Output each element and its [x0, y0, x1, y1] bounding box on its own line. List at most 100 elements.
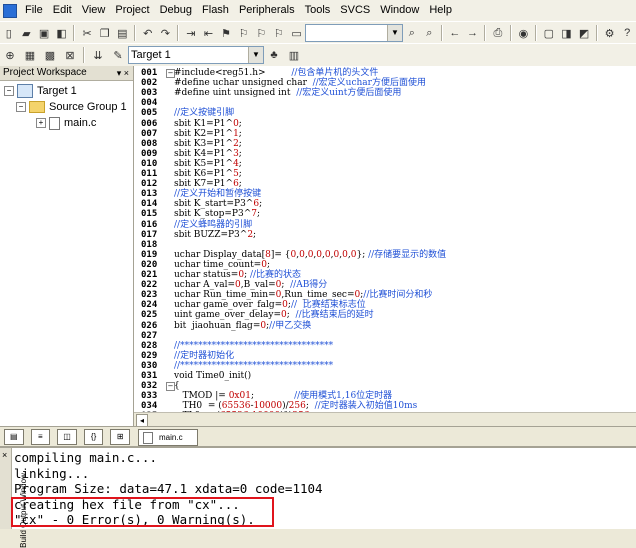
menu-file[interactable]: File [20, 0, 48, 21]
target-options-icon[interactable]: ✎ [109, 46, 127, 64]
templates-tab-icon[interactable]: ⊞ [110, 429, 130, 445]
files-tab-icon[interactable]: ▤ [4, 429, 24, 445]
code-text: sbit K6=P1^5; [174, 169, 242, 179]
folder-icon [29, 101, 45, 113]
code-text: sbit K4=P1^3; [174, 148, 242, 159]
menu-window[interactable]: Window [375, 0, 424, 21]
dropdown-arrow-icon[interactable]: ▼ [248, 47, 263, 63]
menu-project[interactable]: Project [110, 0, 154, 21]
menu-debug[interactable]: Debug [155, 0, 197, 21]
bookmark-icon[interactable]: ⚑ [218, 24, 234, 42]
tree-label-target: Target 1 [37, 85, 77, 97]
target-select[interactable]: Target 1 ▼ [128, 46, 264, 64]
line-number: 010 [141, 158, 158, 169]
line-number: 019 [141, 249, 158, 260]
horizontal-scrollbar[interactable]: ◂ [134, 412, 636, 427]
output-toggle-icon[interactable]: ◩ [576, 24, 592, 42]
load-icon[interactable]: ⇊ [89, 46, 107, 64]
collapse-icon[interactable]: − [4, 86, 14, 96]
books-tab-icon[interactable]: ◫ [57, 429, 77, 445]
print-icon[interactable]: ⎙ [490, 24, 506, 42]
new-file-icon[interactable]: ▯ [1, 24, 17, 42]
manage-components-icon[interactable]: ♣ [265, 46, 283, 64]
output-line: compiling main.c... [14, 450, 157, 465]
open-icon[interactable]: ▰ [19, 24, 35, 42]
tab-main-c[interactable]: main.c [138, 429, 198, 446]
prev-bookmark-icon[interactable]: ⚐ [236, 24, 252, 42]
workspace-controls[interactable]: ▾ × [117, 66, 129, 80]
build-toolbar: ⊕ ▦ ▩ ⊠ ⇊ ✎ Target 1 ▼ ♣ ▥ [0, 43, 636, 67]
tree-item-target[interactable]: − Target 1 [4, 83, 77, 99]
output-line: linking... [14, 465, 90, 481]
collapse-icon[interactable]: − [16, 102, 26, 112]
paste-icon[interactable]: ▤ [115, 24, 131, 42]
cut-icon[interactable]: ✂ [79, 24, 95, 42]
tree-label-main-c: main.c [64, 117, 97, 129]
code-text: sbit K5=P1^4; [174, 158, 242, 169]
code-text: sbit K_stop=P3^7; [174, 209, 261, 220]
outdent-icon[interactable]: ⇤ [201, 24, 217, 42]
window-icon[interactable]: ▢ [541, 24, 557, 42]
toolbar-separator [83, 47, 85, 63]
toolbar-separator [177, 25, 180, 41]
save-all-icon[interactable]: ◧ [54, 24, 70, 42]
dropdown-arrow-icon[interactable]: ▼ [386, 25, 402, 41]
tree-item-source-group[interactable]: − Source Group 1 [16, 99, 127, 115]
save-icon[interactable]: ▣ [36, 24, 52, 42]
line-number: 032 [141, 381, 158, 392]
line-number: 022 [141, 280, 158, 291]
line-number: 017 [141, 229, 158, 240]
stop-build-icon[interactable]: ⊠ [61, 46, 79, 64]
build-icon[interactable]: ▦ [21, 46, 39, 64]
menu-tools[interactable]: Tools [300, 0, 336, 21]
debug-icon[interactable]: ◉ [516, 24, 532, 42]
code-text: uint game_over_delay=0; //比赛结束后的延时 [174, 310, 374, 321]
nav-back-icon[interactable]: ← [447, 24, 463, 42]
menu-flash[interactable]: Flash [197, 0, 234, 21]
code-text: uchar Display_data[8]= {0,0,0,0,0,0,0,0}… [174, 249, 447, 260]
find-next-icon[interactable]: ⌕ [422, 24, 438, 42]
target-select-value: Target 1 [131, 49, 171, 61]
find-icon[interactable]: ⌕ [404, 24, 420, 42]
undo-icon[interactable]: ↶ [140, 24, 156, 42]
line-number: 007 [141, 128, 158, 139]
nav-forward-icon[interactable]: → [465, 24, 481, 42]
line-number: 016 [141, 219, 158, 230]
expand-icon[interactable]: + [36, 118, 46, 128]
menu-edit[interactable]: Edit [48, 0, 77, 21]
help-icon[interactable]: ? [619, 24, 635, 42]
workspace-toggle-icon[interactable]: ◨ [559, 24, 575, 42]
tree-item-main-c[interactable]: + main.c [36, 115, 96, 131]
copy-icon[interactable]: ❐ [97, 24, 113, 42]
toolbar-separator [484, 25, 487, 41]
line-number: 031 [141, 371, 158, 381]
menu-peripherals[interactable]: Peripherals [234, 0, 300, 21]
next-bookmark-icon[interactable]: ⚐ [254, 24, 270, 42]
line-number: 012 [141, 179, 158, 190]
line-number: 021 [141, 270, 158, 280]
clear-bookmarks-icon[interactable]: ⚐ [271, 24, 287, 42]
find-combo[interactable]: ▼ [305, 24, 403, 42]
indent-icon[interactable]: ⇥ [183, 24, 199, 42]
functions-tab-icon[interactable]: {} [83, 429, 104, 445]
menu-help[interactable]: Help [424, 0, 457, 21]
menu-view[interactable]: View [77, 0, 111, 21]
close-icon[interactable]: × [2, 450, 7, 460]
menu-svcs[interactable]: SVCS [335, 0, 375, 21]
tree-label-source-group: Source Group 1 [49, 101, 127, 113]
document-icon [143, 431, 153, 444]
code-text: sbit K7=P1^6; [174, 179, 242, 190]
rebuild-icon[interactable]: ▩ [41, 46, 59, 64]
find-in-files-icon[interactable]: ▭ [289, 24, 305, 42]
code-text: #include<reg51.h> //包含单片机的头文件 [174, 68, 379, 78]
line-number: 034 [141, 401, 158, 412]
project-workspace: Project Workspace ▾ × − Target 1 − Sourc… [0, 66, 134, 426]
regs-tab-icon[interactable]: ≡ [30, 429, 51, 445]
batch-build-icon[interactable]: ▥ [285, 46, 303, 64]
redo-icon[interactable]: ↷ [158, 24, 174, 42]
app-icon[interactable] [3, 3, 17, 18]
code-text: uchar A_val=0,B_val=0; //AB得分 [174, 280, 328, 291]
code-editor[interactable]: 001− #include<reg51.h> //包含单片机的头文件 002 #def… [134, 66, 636, 412]
translate-icon[interactable]: ⊕ [1, 46, 19, 64]
config-icon[interactable]: ⚙ [602, 24, 618, 42]
